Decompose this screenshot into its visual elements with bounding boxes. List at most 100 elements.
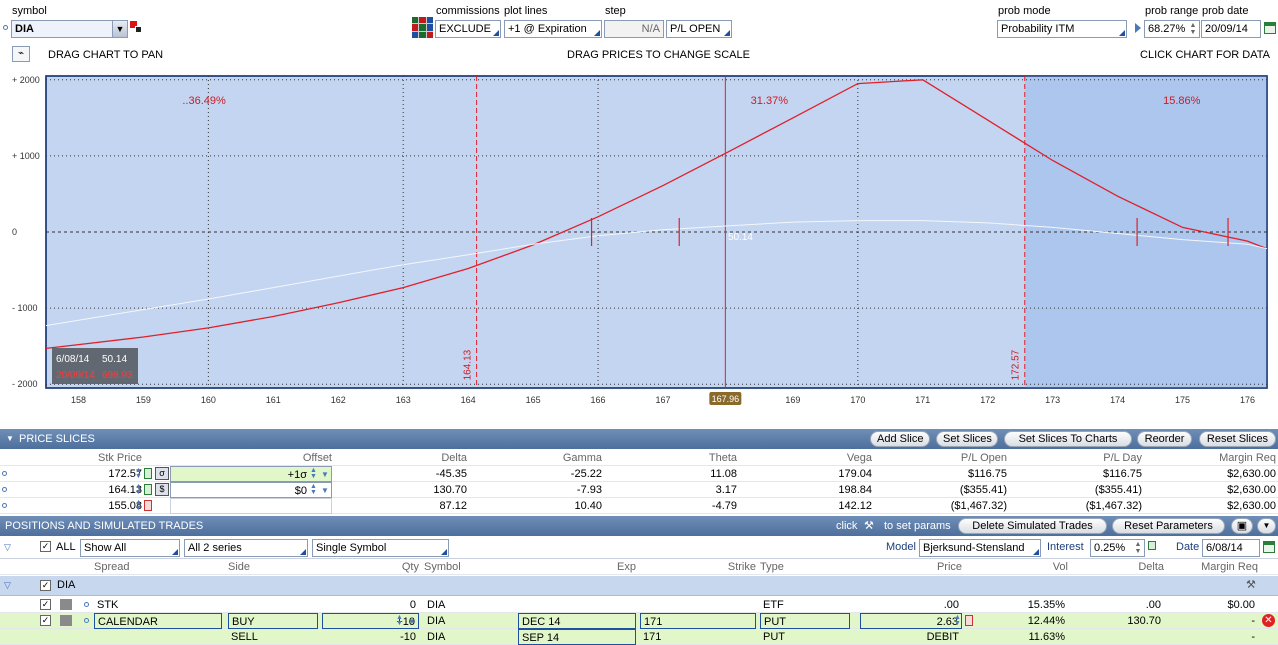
symbol-input[interactable]: DIA ▼ [11, 20, 128, 38]
series-select[interactable]: All 2 series [184, 539, 308, 557]
slice-offset[interactable]: +1σ [170, 466, 332, 482]
slice-delta: 87.12 [439, 500, 467, 512]
prob-range-stepper-icon[interactable]: ▲ ▼ [1189, 22, 1197, 36]
slice-margin: $2,630.00 [1227, 468, 1276, 480]
symbol-mode-select[interactable]: Single Symbol [312, 539, 449, 557]
stk-stepper-icon[interactable]: ▲ ▼ [135, 483, 142, 496]
qty-dropdown-icon[interactable]: ▼ [408, 614, 416, 630]
commissions-select[interactable]: EXCLUDE [435, 20, 501, 38]
step-input[interactable]: N/A [604, 20, 664, 38]
position-exp[interactable]: DEC 14 [518, 613, 636, 629]
row-dot-icon[interactable] [84, 602, 89, 607]
prob-date-input[interactable]: 20/09/14 [1201, 20, 1261, 38]
position-spread[interactable]: CALENDAR [94, 613, 222, 629]
col-symbol: Symbol [424, 561, 461, 573]
lock-icon[interactable] [144, 484, 152, 495]
delete-simulated-trades-button[interactable]: Delete Simulated Trades [958, 518, 1107, 534]
position-row[interactable]: ✓ CALENDAR BUY +10 DIA DEC 14 171 PUT 2.63 12.44%… [0, 613, 1278, 629]
dollar-icon[interactable]: $ [155, 483, 169, 496]
row-dot-icon[interactable] [2, 471, 7, 476]
position-type[interactable]: PUT [760, 613, 850, 629]
slice-stk[interactable]: 155.08 [40, 498, 142, 514]
camera-icon[interactable]: ▣ [1231, 518, 1253, 534]
all-checkbox[interactable]: ✓ [40, 541, 51, 552]
symbol-dropdown-icon[interactable]: ▼ [112, 21, 127, 37]
show-all-select[interactable]: Show All [80, 539, 180, 557]
position-price[interactable]: 2.63 [860, 613, 962, 629]
position-strike[interactable]: 171 [640, 613, 756, 629]
reset-slices-button[interactable]: Reset Slices [1199, 431, 1276, 447]
slice-row[interactable]: 172.57 -45.35 -25.22 11.08 179.04 $116.75 $116… [0, 466, 1278, 482]
plot-lines-label: plot lines [504, 5, 548, 17]
position-color-swatch[interactable] [60, 599, 72, 610]
pl-mode-select[interactable]: P/L OPEN [666, 20, 732, 38]
chart-icon[interactable]: ⌁ [12, 46, 30, 62]
position-checkbox[interactable]: ✓ [40, 615, 51, 626]
qty-stepper-icon[interactable]: ▲ ▼ [396, 614, 403, 627]
row-dot-icon[interactable] [84, 618, 89, 623]
row-dot-icon[interactable] [2, 503, 7, 508]
calendar-icon[interactable] [1264, 22, 1276, 34]
col-margin-req: Margin Req [1219, 452, 1276, 464]
price-stepper-icon[interactable]: ▲ ▼ [954, 614, 961, 627]
collapse-icon[interactable]: ▼ [6, 429, 14, 449]
stk-stepper-icon[interactable]: ▲ ▼ [135, 499, 142, 512]
position-row[interactable]: SELL -10 DIA SEP 14 171 PUT DEBIT 11.63% - [0, 629, 1278, 645]
set-slices-to-charts-button[interactable]: Set Slices To Charts [1004, 431, 1132, 447]
x-tick-label: 163 [396, 395, 411, 405]
slice-stk[interactable]: 172.57 [40, 466, 142, 482]
group-checkbox[interactable]: ✓ [40, 580, 51, 591]
grid-icon[interactable] [412, 17, 433, 38]
step-label: step [605, 5, 626, 17]
slice-row[interactable]: 155.08 87.12 10.40 -4.79 142.12 ($1,467.32) ($… [0, 498, 1278, 514]
slice-gamma: -25.22 [570, 468, 602, 480]
date-input[interactable]: 6/08/14 [1202, 539, 1260, 557]
sigma-icon[interactable]: σ [155, 467, 169, 480]
add-slice-button[interactable]: Add Slice [870, 431, 930, 447]
model-select[interactable]: Bjerksund-Stensland [919, 539, 1041, 557]
offset-stepper-icon[interactable]: ▲ ▼ [310, 467, 317, 480]
prob-label: 31.37% [751, 95, 789, 107]
slice-offset[interactable]: $0 [170, 482, 332, 498]
prob-range-input[interactable]: 68.27% ▲ ▼ [1144, 20, 1200, 38]
reorder-button[interactable]: Reorder [1137, 431, 1192, 447]
position-exp[interactable]: SEP 14 [518, 629, 636, 645]
group-row-dia[interactable]: ▽ ✓ DIA ⚒ [0, 576, 1278, 596]
row-dot-icon[interactable] [2, 487, 7, 492]
price-lock-icon[interactable] [965, 615, 973, 626]
set-slices-button[interactable]: Set Slices [936, 431, 998, 447]
position-qty[interactable]: +10 [322, 613, 419, 629]
col-pl-day: P/L Day [1103, 452, 1142, 464]
col-theta: Theta [708, 452, 737, 464]
position-row[interactable]: ✓ STK 0 DIA ETF .00 15.35% .00 $0.00 [0, 597, 1278, 613]
offset-dropdown-icon[interactable]: ▼ [321, 483, 329, 499]
risk-profile-chart[interactable]: + 2000 + 1000 0 - 1000 - 2000 158 159 160 161 162… [0, 72, 1278, 418]
color-picker-icon[interactable] [130, 21, 142, 33]
date-calendar-icon[interactable] [1263, 541, 1275, 553]
position-color-swatch[interactable] [60, 615, 72, 626]
position-side[interactable]: BUY [228, 613, 318, 629]
group-tools-icon[interactable]: ⚒ [1246, 578, 1256, 591]
position-checkbox[interactable]: ✓ [40, 599, 51, 610]
lock-icon[interactable] [144, 500, 152, 511]
offset-dropdown-icon[interactable]: ▼ [321, 467, 329, 483]
slice-offset-empty[interactable] [170, 498, 332, 514]
plot-lines-select[interactable]: +1 @ Expiration [504, 20, 602, 38]
lock-icon[interactable] [144, 468, 152, 479]
lock-icon[interactable] [1148, 541, 1156, 550]
interest-input[interactable]: 0.25% ▲ ▼ [1090, 539, 1145, 557]
interest-stepper-icon[interactable]: ▲ ▼ [1134, 541, 1142, 555]
collapse-all-icon[interactable]: ▼ [1257, 518, 1276, 534]
filter-expand-icon[interactable]: ▽ [4, 542, 11, 553]
slice-stk[interactable]: 164.13 [40, 482, 142, 498]
slice-row[interactable]: 164.13 130.70 -7.93 3.17 198.84 ($355.41) ($35… [0, 482, 1278, 498]
reset-parameters-button[interactable]: Reset Parameters [1112, 518, 1225, 534]
stk-stepper-icon[interactable]: ▲ ▼ [135, 467, 142, 480]
remove-icon[interactable]: ✕ [1262, 614, 1275, 627]
play-arrow-icon[interactable] [1135, 23, 1141, 33]
offset-stepper-icon[interactable]: ▲ ▼ [310, 483, 317, 496]
risk-profile-svg[interactable]: + 2000 + 1000 0 - 1000 - 2000 158 159 160 161 162… [0, 72, 1278, 418]
prob-mode-select[interactable]: Probability ITM [997, 20, 1127, 38]
y-tick-label: - 2000 [12, 379, 38, 389]
group-expand-icon[interactable]: ▽ [4, 580, 11, 591]
